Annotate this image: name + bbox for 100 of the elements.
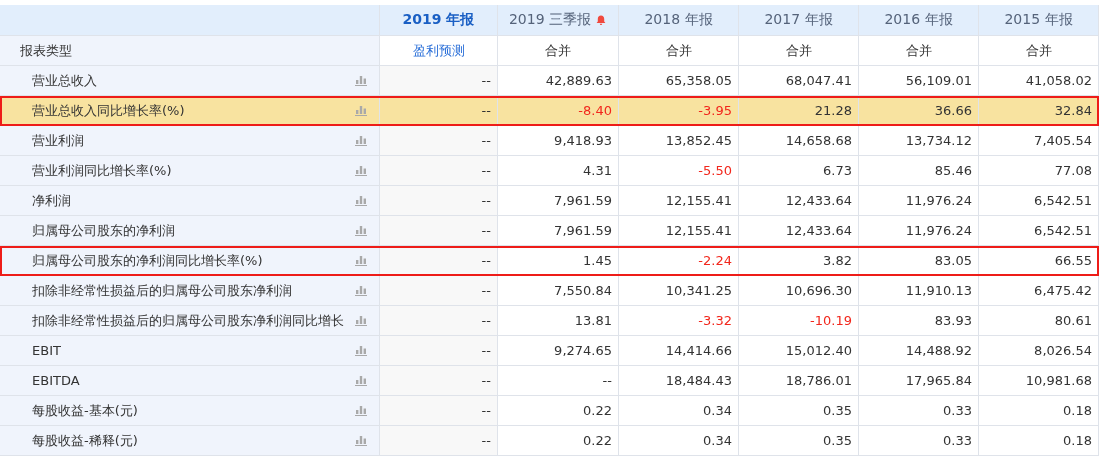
- table-cell: 15,012.40: [739, 336, 859, 366]
- column-tab[interactable]: 2018 年报: [619, 5, 739, 36]
- table-cell: --: [380, 366, 498, 396]
- table-cell: -3.32: [619, 306, 739, 336]
- row-label: EBIT: [32, 343, 61, 358]
- table-cell: 6,475.42: [979, 276, 1099, 306]
- table-cell: 14,488.92: [859, 336, 979, 366]
- table-cell: 12,155.41: [619, 186, 739, 216]
- row-label: 每股收益-基本(元): [32, 401, 138, 420]
- table-cell: 14,414.66: [619, 336, 739, 366]
- table-cell: 14,658.68: [739, 126, 859, 156]
- bar-chart-icon[interactable]: [355, 165, 367, 176]
- table-cell: 7,550.84: [498, 276, 619, 306]
- row-label: EBITDA: [32, 373, 80, 388]
- table-cell: --: [380, 426, 498, 456]
- table-cell: 13,734.12: [859, 126, 979, 156]
- column-tab[interactable]: 2015 年报: [979, 5, 1099, 36]
- table-cell: --: [380, 156, 498, 186]
- table-cell: 0.35: [739, 396, 859, 426]
- table-cell: 11,976.24: [859, 216, 979, 246]
- table-cell: 17,965.84: [859, 366, 979, 396]
- column-tab[interactable]: 2017 年报: [739, 5, 859, 36]
- table-cell: 18,484.43: [619, 366, 739, 396]
- row-label: 报表类型: [0, 36, 380, 66]
- bar-chart-icon[interactable]: [355, 195, 367, 206]
- table-cell: 12,433.64: [739, 216, 859, 246]
- table-cell: 0.34: [619, 426, 739, 456]
- column-tab[interactable]: 2016 年报: [859, 5, 979, 36]
- table-cell: --: [380, 126, 498, 156]
- column-tab[interactable]: 2019 年报: [380, 5, 498, 36]
- table-cell: --: [380, 96, 498, 126]
- table-cell: 6,542.51: [979, 186, 1099, 216]
- table-cell: 77.08: [979, 156, 1099, 186]
- table-cell: --: [498, 366, 619, 396]
- table-cell: 83.93: [859, 306, 979, 336]
- table-cell: 32.84: [979, 96, 1099, 126]
- bar-chart-icon[interactable]: [355, 285, 367, 296]
- table-cell: 合并: [739, 36, 859, 66]
- table-cell: 21.28: [739, 96, 859, 126]
- table-cell: 12,433.64: [739, 186, 859, 216]
- table-cell: 0.33: [859, 426, 979, 456]
- table-cell: 10,981.68: [979, 366, 1099, 396]
- table-cell: 11,910.13: [859, 276, 979, 306]
- row-label: 营业利润同比增长率(%): [32, 161, 172, 180]
- bar-chart-icon[interactable]: [355, 135, 367, 146]
- table-cell: 65,358.05: [619, 66, 739, 96]
- bar-chart-icon[interactable]: [355, 255, 367, 266]
- table-cell: -3.95: [619, 96, 739, 126]
- table-cell: 8,026.54: [979, 336, 1099, 366]
- bar-chart-icon[interactable]: [355, 435, 367, 446]
- table-cell: 68,047.41: [739, 66, 859, 96]
- table-cell: --: [380, 186, 498, 216]
- table-cell: 12,155.41: [619, 216, 739, 246]
- forecast-link[interactable]: 盈利预测: [380, 36, 498, 66]
- table-cell: 合并: [498, 36, 619, 66]
- table-cell: 7,961.59: [498, 186, 619, 216]
- table-cell: --: [380, 66, 498, 96]
- table-cell: 36.66: [859, 96, 979, 126]
- table-cell: 18,786.01: [739, 366, 859, 396]
- table-cell: 13.81: [498, 306, 619, 336]
- table-cell: --: [380, 276, 498, 306]
- table-cell: 0.34: [619, 396, 739, 426]
- bar-chart-icon[interactable]: [355, 105, 367, 116]
- table-cell: 7,405.54: [979, 126, 1099, 156]
- table-cell: 7,961.59: [498, 216, 619, 246]
- table-cell: 42,889.63: [498, 66, 619, 96]
- table-cell: 0.22: [498, 426, 619, 456]
- bar-chart-icon[interactable]: [355, 225, 367, 236]
- bell-icon: [595, 14, 608, 26]
- table-cell: --: [380, 216, 498, 246]
- table-cell: 4.31: [498, 156, 619, 186]
- table-cell: 9,274.65: [498, 336, 619, 366]
- table-cell: 0.18: [979, 426, 1099, 456]
- bar-chart-icon[interactable]: [355, 345, 367, 356]
- row-label: 营业利润: [32, 131, 84, 150]
- table-cell: --: [380, 246, 498, 276]
- bar-chart-icon[interactable]: [355, 315, 367, 326]
- table-cell: 0.22: [498, 396, 619, 426]
- row-label: 每股收益-稀释(元): [32, 431, 138, 450]
- bar-chart-icon[interactable]: [355, 75, 367, 86]
- table-cell: 10,341.25: [619, 276, 739, 306]
- row-label: 营业总收入同比增长率(%): [32, 101, 185, 120]
- table-cell: 11,976.24: [859, 186, 979, 216]
- column-tab[interactable]: 2019 三季报: [498, 5, 619, 36]
- table-cell: 41,058.02: [979, 66, 1099, 96]
- table-cell: 6,542.51: [979, 216, 1099, 246]
- table-cell: --: [380, 336, 498, 366]
- table-cell: 0.33: [859, 396, 979, 426]
- bar-chart-icon[interactable]: [355, 405, 367, 416]
- table-cell: 0.18: [979, 396, 1099, 426]
- table-cell: 合并: [859, 36, 979, 66]
- row-label: 扣除非经常性损益后的归属母公司股东净利润: [32, 281, 292, 300]
- bar-chart-icon[interactable]: [355, 375, 367, 386]
- row-label: 归属母公司股东的净利润: [32, 221, 175, 240]
- row-label: 净利润: [32, 191, 71, 210]
- row-label: 归属母公司股东的净利润同比增长率(%): [32, 251, 263, 270]
- table-cell: 56,109.01: [859, 66, 979, 96]
- table-cell: -5.50: [619, 156, 739, 186]
- table-cell: --: [380, 306, 498, 336]
- table-cell: -10.19: [739, 306, 859, 336]
